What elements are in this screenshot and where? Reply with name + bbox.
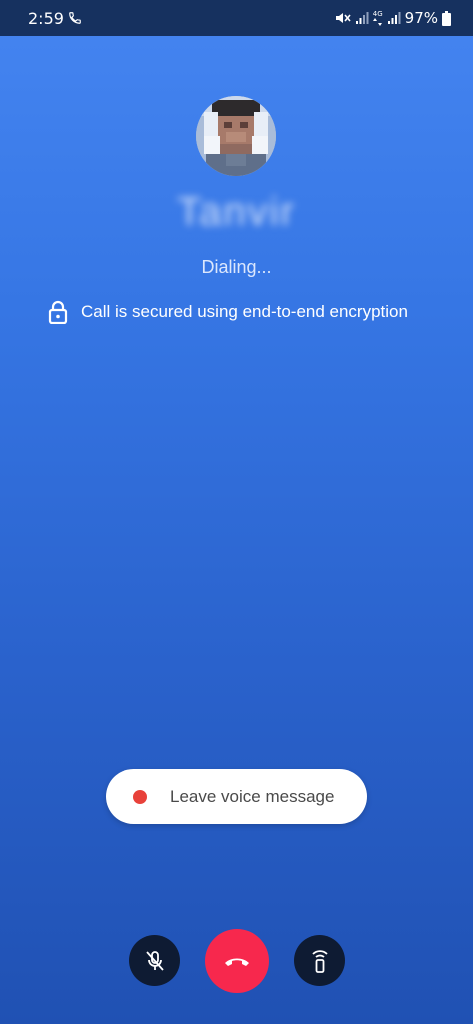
contact-avatar (196, 96, 276, 176)
earpiece-icon (311, 949, 328, 973)
data-arrows-icon (373, 18, 383, 26)
lock-icon (48, 300, 68, 324)
mic-off-icon (145, 950, 164, 971)
network-label: 4G (372, 10, 383, 18)
avatar-image (196, 96, 276, 176)
mute-vibrate-icon (335, 13, 351, 23)
call-status: Dialing... (201, 257, 272, 277)
leave-voice-message-button[interactable]: Leave voice message (106, 769, 367, 824)
battery-icon (442, 10, 451, 26)
end-call-icon (225, 958, 249, 966)
voice-message-label: Leave voice message (170, 787, 335, 806)
call-screen: 2:59 4G 97% Tanvir Dialing... Call is se… (0, 0, 473, 1024)
mute-button[interactable] (129, 935, 180, 986)
battery-percent: 97% (404, 9, 438, 27)
signal-icon (355, 12, 369, 24)
contact-name: Tanvir (177, 190, 296, 234)
phone-call-icon (69, 12, 81, 24)
signal-icon (387, 12, 401, 24)
record-dot-icon (133, 790, 147, 804)
status-time: 2:59 (28, 9, 64, 28)
network-type: 4G (373, 10, 383, 26)
encryption-notice: Call is secured using end-to-end encrypt… (48, 300, 408, 324)
status-bar: 2:59 4G 97% (0, 0, 473, 36)
status-indicators: 4G 97% (335, 9, 451, 27)
encryption-text: Call is secured using end-to-end encrypt… (81, 302, 408, 321)
audio-output-button[interactable] (294, 935, 345, 986)
end-call-button[interactable] (205, 929, 269, 993)
